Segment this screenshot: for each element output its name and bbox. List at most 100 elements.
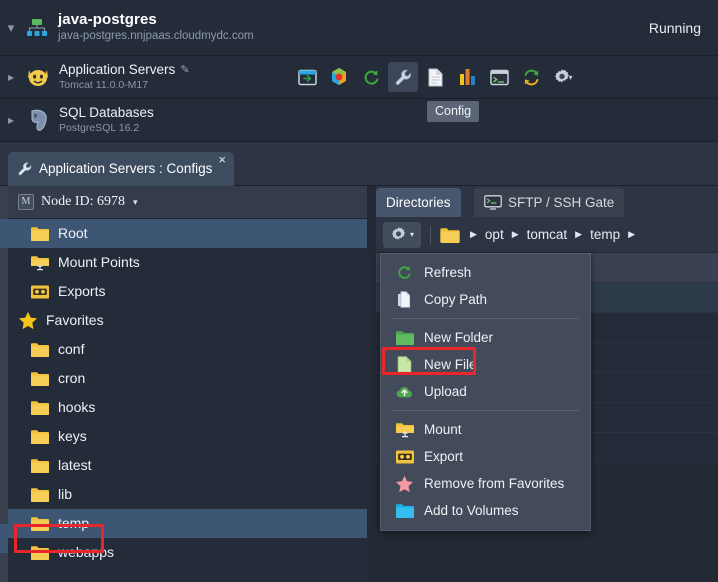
- mount-folder-icon: [395, 422, 414, 438]
- menu-item-new-file[interactable]: New File: [381, 351, 590, 378]
- config-wrench-icon[interactable]: [388, 62, 418, 92]
- tree-item-keys[interactable]: keys: [8, 422, 367, 451]
- menu-separator: [392, 410, 579, 411]
- toolbar-divider: [430, 225, 431, 244]
- tab-application-servers-configs[interactable]: Application Servers : Configs ×: [8, 152, 234, 186]
- breadcrumb-item-temp[interactable]: temp: [590, 227, 620, 242]
- environment-topology-icon: [22, 18, 52, 37]
- tree-item-exports[interactable]: Exports: [8, 277, 367, 306]
- folder-icon: [31, 429, 49, 444]
- pencil-icon[interactable]: ✎: [180, 62, 189, 78]
- node-group-sql-databases[interactable]: ▸ SQL Databases PostgreSQL 16.2: [0, 99, 718, 142]
- gear-icon: [391, 227, 406, 240]
- chevron-right-icon: ▶: [628, 229, 635, 239]
- tree-item-root[interactable]: Root: [8, 219, 367, 248]
- tree-item-hooks[interactable]: hooks: [8, 393, 367, 422]
- folder-icon: [31, 226, 49, 241]
- tree-item-cron[interactable]: cron: [8, 364, 367, 393]
- menu-item-new-folder[interactable]: New Folder: [381, 324, 590, 351]
- directory-tree-panel: M Node ID: 6978 ▾ Root Mount Points Expo…: [8, 186, 367, 582]
- chevron-down-icon[interactable]: ▾: [133, 197, 138, 208]
- chevron-down-icon[interactable]: ▾: [568, 73, 572, 82]
- node-subtitle: PostgreSQL 16.2: [59, 122, 140, 134]
- node-id-label: Node ID: 6978: [41, 194, 125, 209]
- environment-url: java-postgres.nnjpaas.cloudmydc.com: [58, 30, 254, 42]
- tab-label: Directories: [386, 195, 451, 210]
- menu-item-mount[interactable]: Mount: [381, 416, 590, 443]
- tree-group-favorites[interactable]: Favorites: [8, 306, 367, 335]
- chevron-down-icon[interactable]: ▾: [410, 230, 414, 239]
- tree-item-label: conf: [58, 341, 85, 357]
- additional-gear-icon[interactable]: ▾: [548, 62, 578, 92]
- tree-item-latest[interactable]: latest: [8, 451, 367, 480]
- refresh-icon: [395, 264, 414, 281]
- breadcrumb-item-tomcat[interactable]: tomcat: [527, 227, 568, 242]
- tree-item-lib[interactable]: lib: [8, 480, 367, 509]
- open-in-browser-icon[interactable]: [292, 62, 322, 92]
- log-file-icon[interactable]: [420, 62, 450, 92]
- tree-item-label: temp: [58, 515, 90, 531]
- tree-group-label: Favorites: [46, 312, 104, 328]
- chevron-down-icon[interactable]: ▾: [0, 20, 22, 36]
- breadcrumb: ▾ ▶ opt ▶ tomcat ▶ temp ▶: [376, 217, 718, 253]
- node-title: SQL Databases: [59, 105, 290, 121]
- close-icon[interactable]: ×: [218, 153, 226, 166]
- new-folder-icon: [395, 330, 414, 345]
- tree-item-label: Root: [58, 225, 88, 241]
- directory-context-menu: Refresh Copy Path New Folder New File Up…: [380, 253, 591, 531]
- file-manager-tabs: Directories SFTP / SSH Gate: [376, 186, 718, 217]
- node-title: Application Servers ✎: [59, 62, 290, 78]
- left-gutter: [0, 186, 8, 582]
- folder-icon: [31, 400, 49, 415]
- tree-item-label: cron: [58, 370, 86, 386]
- monitor-terminal-icon: [484, 195, 502, 210]
- redeploy-icon[interactable]: [516, 62, 546, 92]
- folder-export-icon: [31, 284, 49, 299]
- chevron-right-icon: ▶: [470, 229, 477, 239]
- tomcat-cat-icon: [22, 66, 54, 88]
- menu-item-export[interactable]: Export: [381, 443, 590, 470]
- tab-directories[interactable]: Directories: [376, 188, 461, 217]
- node-subtitle: Tomcat 11.0.0-M17: [59, 79, 149, 91]
- menu-item-label: Copy Path: [424, 292, 488, 307]
- folder-icon[interactable]: [440, 227, 460, 243]
- copy-path-icon: [395, 291, 414, 308]
- tree-item-conf[interactable]: conf: [8, 335, 367, 364]
- tree-item-label: Exports: [58, 283, 106, 299]
- menu-item-copy-path[interactable]: Copy Path: [381, 286, 590, 313]
- tree-item-label: webapps: [58, 544, 115, 560]
- breadcrumb-item-opt[interactable]: opt: [485, 227, 504, 242]
- node-title-text: Application Servers: [59, 62, 176, 77]
- tab-label: SFTP / SSH Gate: [508, 195, 615, 210]
- menu-item-remove-from-favorites[interactable]: Remove from Favorites: [381, 470, 590, 497]
- chevron-right-icon[interactable]: ▸: [0, 70, 22, 84]
- tree-item-mount-points[interactable]: Mount Points: [8, 248, 367, 277]
- directory-actions-menu-button[interactable]: ▾: [383, 221, 421, 248]
- chevron-right-icon[interactable]: ▸: [0, 113, 22, 127]
- folder-icon: [31, 371, 49, 386]
- chevron-right-icon: ▶: [575, 229, 583, 239]
- menu-item-add-to-volumes[interactable]: Add to Volumes: [381, 497, 590, 524]
- statistics-bars-icon[interactable]: [452, 62, 482, 92]
- node-label-block: SQL Databases PostgreSQL 16.2: [54, 105, 290, 135]
- star-icon: [18, 311, 38, 330]
- tab-sftp-ssh-gate[interactable]: SFTP / SSH Gate: [474, 188, 625, 217]
- star-pink-icon: [395, 475, 414, 493]
- tree-item-temp[interactable]: temp: [8, 509, 367, 538]
- folder-monitor-icon: [31, 255, 49, 271]
- menu-item-label: Refresh: [424, 265, 472, 280]
- menu-item-label: Export: [424, 449, 464, 464]
- tree-item-webapps[interactable]: webapps: [8, 538, 367, 567]
- web-ssh-terminal-icon[interactable]: [484, 62, 514, 92]
- node-id-selector[interactable]: M Node ID: 6978 ▾: [8, 186, 367, 219]
- settings-colored-icon[interactable]: [324, 62, 354, 92]
- gutter-marker-temp: [0, 524, 8, 553]
- node-group-application-servers[interactable]: ▸ Application Servers ✎ Tomcat 11.0.0-M1…: [0, 56, 718, 99]
- node-toolbar: ▾: [292, 62, 578, 92]
- export-folder-icon: [395, 449, 414, 464]
- tree-item-label: keys: [58, 428, 87, 444]
- environment-name: java-postgres: [58, 11, 157, 28]
- menu-item-refresh[interactable]: Refresh: [381, 259, 590, 286]
- restart-node-icon[interactable]: [356, 62, 386, 92]
- menu-item-upload[interactable]: Upload: [381, 378, 590, 405]
